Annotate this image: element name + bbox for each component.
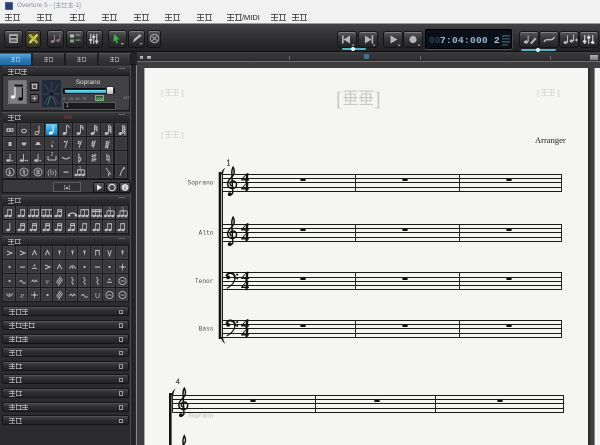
svg-text:Arranger: Arranger bbox=[535, 135, 566, 145]
svg-text:2: 2 bbox=[50, 152, 53, 158]
svg-text:Bass: Bass bbox=[199, 325, 214, 332]
svg-text:Tenor: Tenor bbox=[195, 278, 214, 285]
svg-text:]: ] bbox=[181, 131, 184, 140]
svg-text:]: ] bbox=[557, 89, 560, 98]
svg-text:[: [ bbox=[537, 89, 540, 98]
svg-text:Soprano: Soprano bbox=[188, 179, 214, 186]
svg-text:]: ] bbox=[374, 89, 381, 111]
svg-text:Alto: Alto bbox=[199, 229, 214, 236]
svg-text:[: [ bbox=[161, 131, 164, 140]
svg-text:(b): (b) bbox=[47, 168, 57, 177]
svg-text:]: ] bbox=[181, 89, 184, 98]
svg-text:P.: P. bbox=[19, 294, 24, 300]
svg-text:Soprano: Soprano bbox=[188, 413, 214, 420]
svg-text:tr: tr bbox=[45, 280, 50, 286]
svg-text:[: [ bbox=[336, 89, 343, 111]
svg-text:[: [ bbox=[161, 89, 164, 98]
svg-text:U: U bbox=[95, 293, 100, 300]
